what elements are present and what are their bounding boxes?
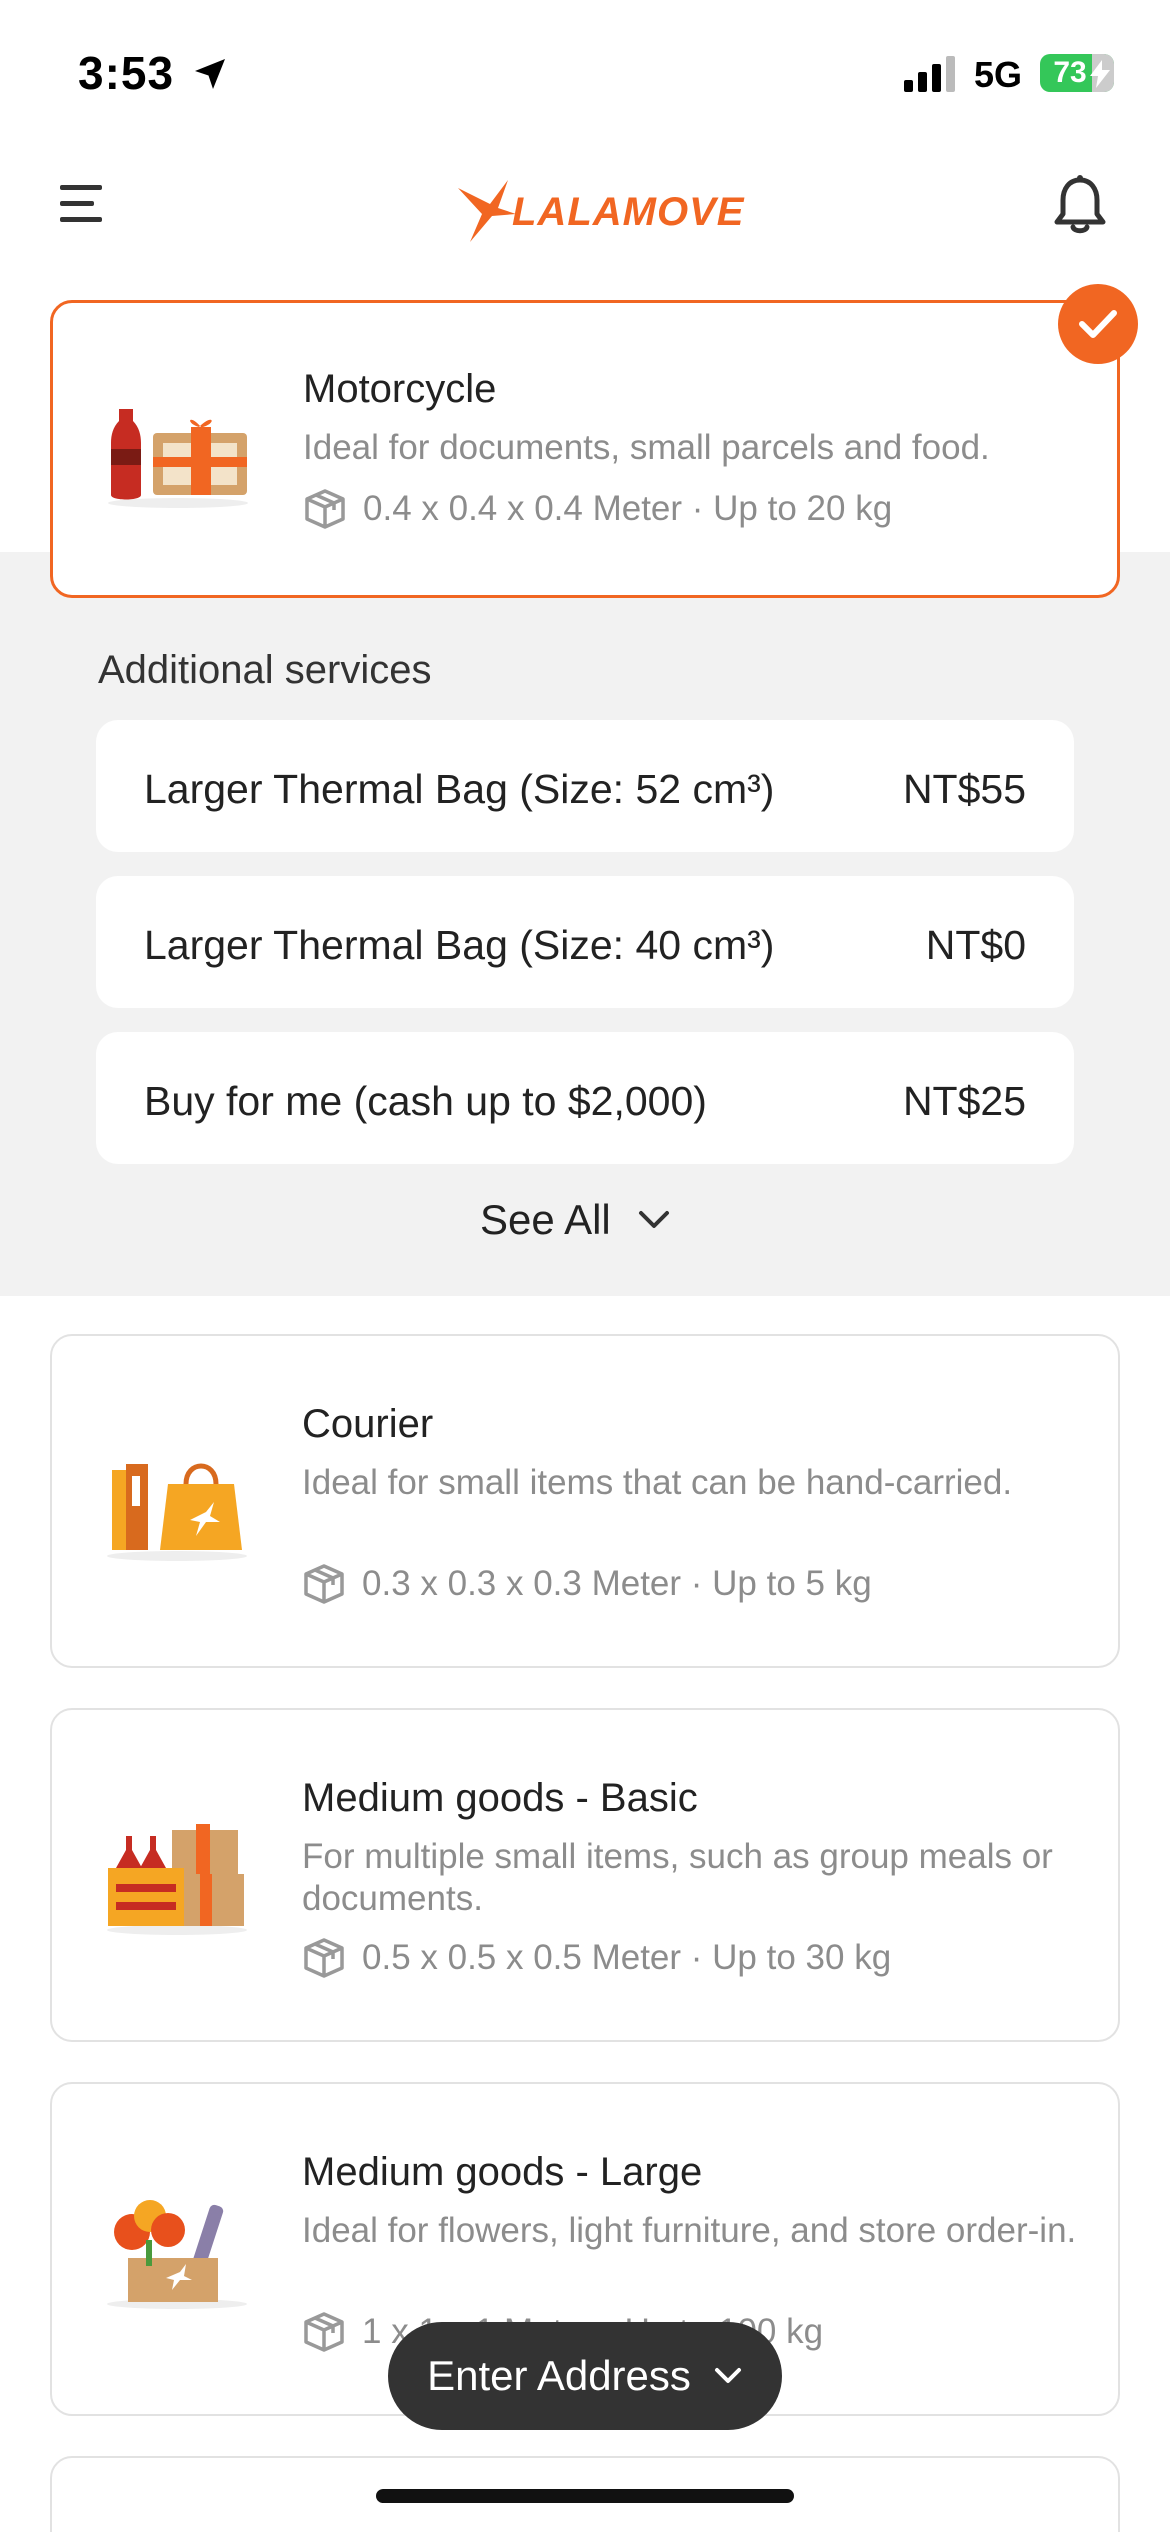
chevron-down-icon [714,2368,741,2383]
status-bar: 3:53 5G 73 [0,0,1170,140]
service-price: NT$25 [902,1078,1026,1124]
vehicle-title: Motorcycle [303,367,497,411]
network-label: 5G [974,54,1023,95]
location-arrow-icon [195,59,225,89]
lalamove-logo: LALAMOVE [456,170,743,250]
bell-icon[interactable] [1052,174,1108,236]
signal-icon [904,56,955,92]
vehicle-spec-text: 0.3 x 0.3 x 0.3 Meter · Up to 5 kg [362,1564,872,1603]
vehicle-spec-text: 0.4 x 0.4 x 0.4 Meter · Up to 20 kg [363,489,893,528]
medium-goods-large-illustration [107,2200,247,2309]
enter-address-label: Enter Address [427,2352,691,2399]
vehicle-spec-text: 0.5 x 0.5 x 0.5 Meter · Up to 30 kg [362,1938,892,1977]
vehicle-description: Ideal for small items that can be hand-c… [302,1463,1013,1502]
additional-services-label: Additional services [98,648,432,692]
medium-goods-basic-illustration [107,1824,247,1935]
see-all-label: See All [480,1196,611,1243]
vehicle-card-courier[interactable]: Courier Ideal for small items that can b… [50,1334,1120,1668]
vehicle-card-motorcycle[interactable]: Motorcycle Ideal for documents, small pa… [50,300,1120,598]
home-indicator [376,2489,794,2503]
service-item[interactable]: Larger Thermal Bag (Size: 40 cm³) NT$0 [96,876,1074,1008]
see-all-button[interactable]: See All [480,1196,671,1244]
motorcycle-illustration [108,409,248,508]
enter-address-button[interactable]: Enter Address [388,2322,782,2430]
service-name: Larger Thermal Bag (Size: 52 cm³) [144,766,775,812]
service-item[interactable]: Larger Thermal Bag (Size: 52 cm³) NT$55 [96,720,1074,852]
service-price: NT$55 [902,766,1026,812]
service-price: NT$0 [925,922,1026,968]
service-name: Larger Thermal Bag (Size: 40 cm³) [144,922,775,968]
hamburger-menu-icon[interactable] [60,182,108,226]
box-icon [305,489,345,529]
logo-text: LALAMOVE [512,190,745,234]
vehicle-title: Medium goods - Basic [302,1776,698,1820]
vehicle-card-medium-basic[interactable]: Medium goods - Basic For multiple small … [50,1708,1120,2042]
box-icon [304,1938,344,1978]
box-icon [304,1564,344,1604]
vehicle-description: For multiple small items, such as group … [302,1837,1053,1918]
courier-illustration [107,1463,247,1561]
box-icon [304,2312,344,2352]
chevron-down-icon [638,1211,669,1228]
vehicle-description: Ideal for documents, small parcels and f… [303,428,990,467]
logo-bird-icon [458,180,516,242]
vehicle-title: Courier [302,1402,434,1446]
app-header: LALAMOVE [0,140,1170,270]
vehicle-spec: 0.4 x 0.4 x 0.4 Meter · Up to 20 kg [303,487,892,531]
status-time: 3:53 [78,47,175,99]
vehicle-title: Medium goods - Large [302,2150,703,2194]
service-item[interactable]: Buy for me (cash up to $2,000) NT$25 [96,1032,1074,1164]
vehicle-description: Ideal for flowers, light furniture, and … [302,2211,1077,2250]
service-name: Buy for me (cash up to $2,000) [144,1078,707,1124]
selected-check-icon [1058,284,1138,364]
vehicle-spec: 0.5 x 0.5 x 0.5 Meter · Up to 30 kg [302,1936,891,1980]
vehicle-spec: 0.3 x 0.3 x 0.3 Meter · Up to 5 kg [302,1562,872,1606]
charging-bolt-icon [1090,60,1110,88]
